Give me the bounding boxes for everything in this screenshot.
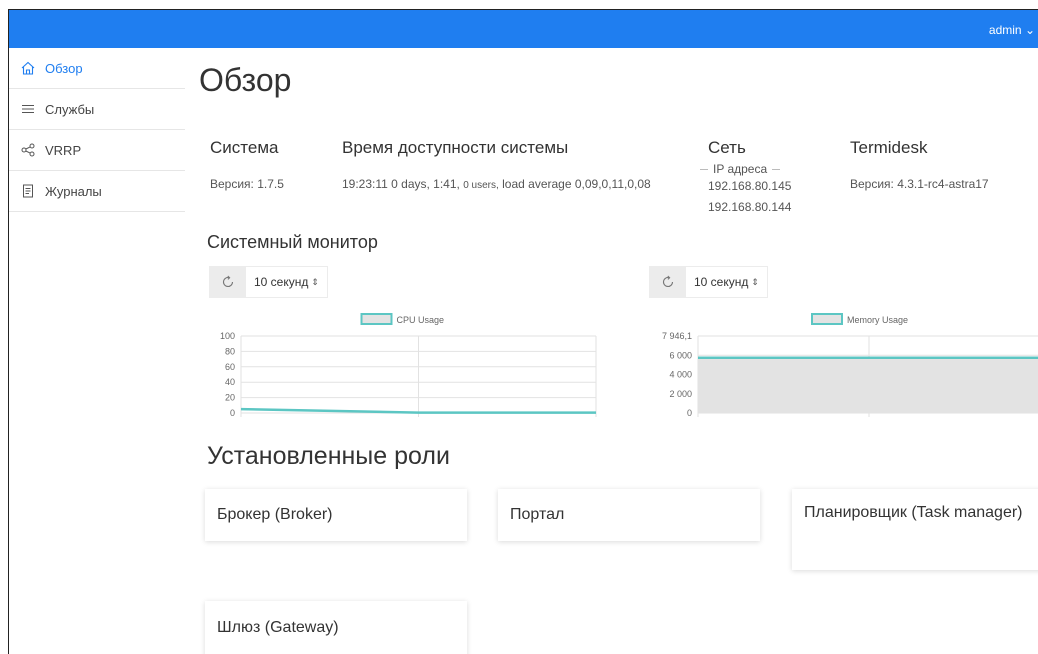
cpu-chart: CPU Usage 100 80 60 40 20 0 xyxy=(220,313,597,418)
sidebar-item-services[interactable]: Службы xyxy=(9,89,185,130)
monitor-title: Системный монитор xyxy=(207,232,378,252)
memory-interval-select[interactable]: 10 секунд ⇕ xyxy=(686,266,768,298)
role-label: Шлюз (Gateway) xyxy=(217,619,339,636)
role-card-task-manager[interactable]: Планировщик (Task manager) xyxy=(792,489,1038,570)
uptime-users: 0 users, xyxy=(463,180,499,191)
y-tick-label: 80 xyxy=(225,346,235,356)
sidebar-item-label: Службы xyxy=(45,101,95,117)
series-area xyxy=(698,357,1038,413)
memory-refresh-button[interactable] xyxy=(649,266,686,298)
termidesk-version: Версия: 4.3.1-rc4-astra17 xyxy=(850,177,989,191)
sidebar: Обзор Службы VRRP Журналы xyxy=(9,48,185,212)
main-content: Обзор Система Версия: 1.7.5 Время доступ… xyxy=(198,48,1038,654)
role-card-broker[interactable]: Брокер (Broker) xyxy=(205,489,467,541)
y-tick-label: 2 000 xyxy=(669,389,692,399)
role-card-portal[interactable]: Портал xyxy=(498,489,760,541)
network-title: Сеть xyxy=(708,138,746,157)
uptime-load: load average 0,09,0,11,0,08 xyxy=(502,177,651,191)
uptime-value: 19:23:11 0 days, 1:41, xyxy=(342,177,460,191)
y-tick-label: 6 000 xyxy=(669,350,692,360)
uptime-text: 19:23:11 0 days, 1:41, 0 users, load ave… xyxy=(342,177,651,191)
sidebar-item-vrrp[interactable]: VRRP xyxy=(9,130,185,171)
sort-arrows-icon: ⇕ xyxy=(311,276,319,287)
top-navbar: admin ⌄ xyxy=(9,10,1038,48)
refresh-icon xyxy=(662,275,673,288)
refresh-icon xyxy=(222,275,233,288)
y-tick-label: 20 xyxy=(225,393,235,403)
sidebar-item-overview[interactable]: Обзор xyxy=(9,48,185,89)
chevron-down-icon: ⌄ xyxy=(1024,23,1035,37)
sidebar-item-label: Журналы xyxy=(45,183,102,199)
role-label: Планировщик (Task manager) xyxy=(804,504,1023,521)
memory-chart: Memory Usage 7 946,1 6 000 4 000 2 000 0 xyxy=(662,313,1038,418)
sidebar-item-logs[interactable]: Журналы xyxy=(9,171,185,212)
sidebar-item-label: Обзор xyxy=(45,60,83,76)
y-tick-label: 100 xyxy=(220,331,235,341)
role-card-gateway[interactable]: Шлюз (Gateway) xyxy=(205,601,467,654)
y-tick-label: 0 xyxy=(687,408,692,418)
app-frame: admin ⌄ Обзор Службы VRRP Журналы Обзор … xyxy=(8,9,1038,654)
sort-arrows-icon: ⇕ xyxy=(751,276,759,287)
role-label: Портал xyxy=(510,506,565,523)
document-icon xyxy=(21,184,35,198)
cpu-refresh-button[interactable] xyxy=(209,266,246,298)
share-icon xyxy=(21,143,35,157)
page-title: Обзор xyxy=(199,62,292,98)
list-icon xyxy=(21,102,35,116)
uptime-title: Время доступности системы xyxy=(342,138,569,157)
cpu-controls: 10 секунд ⇕ xyxy=(209,266,328,298)
system-version: Версия: 1.7.5 xyxy=(210,177,284,191)
legend-swatch xyxy=(360,313,393,325)
legend-label: Memory Usage xyxy=(847,315,908,325)
legend-label: CPU Usage xyxy=(397,315,445,325)
ip-address: 192.168.80.145 xyxy=(708,179,792,193)
termidesk-title: Termidesk xyxy=(850,138,928,157)
legend-swatch xyxy=(811,313,843,325)
roles-title: Установленные роли xyxy=(207,442,450,470)
ip-address: 192.168.80.144 xyxy=(708,200,792,214)
memory-controls: 10 секунд ⇕ xyxy=(649,266,768,298)
y-tick-label: 60 xyxy=(225,362,235,372)
y-tick-label: 7 946,1 xyxy=(662,331,692,341)
system-title: Система xyxy=(210,138,279,157)
y-tick-label: 0 xyxy=(230,408,235,418)
y-tick-label: 4 000 xyxy=(669,370,692,380)
home-icon xyxy=(21,61,35,75)
y-tick-label: 40 xyxy=(225,377,235,387)
sidebar-item-label: VRRP xyxy=(45,142,82,158)
ip-label: IP адреса xyxy=(695,162,785,176)
user-menu[interactable]: admin ⌄ xyxy=(989,23,1035,37)
cpu-interval-select[interactable]: 10 секунд ⇕ xyxy=(246,266,328,298)
role-label: Брокер (Broker) xyxy=(217,506,333,523)
